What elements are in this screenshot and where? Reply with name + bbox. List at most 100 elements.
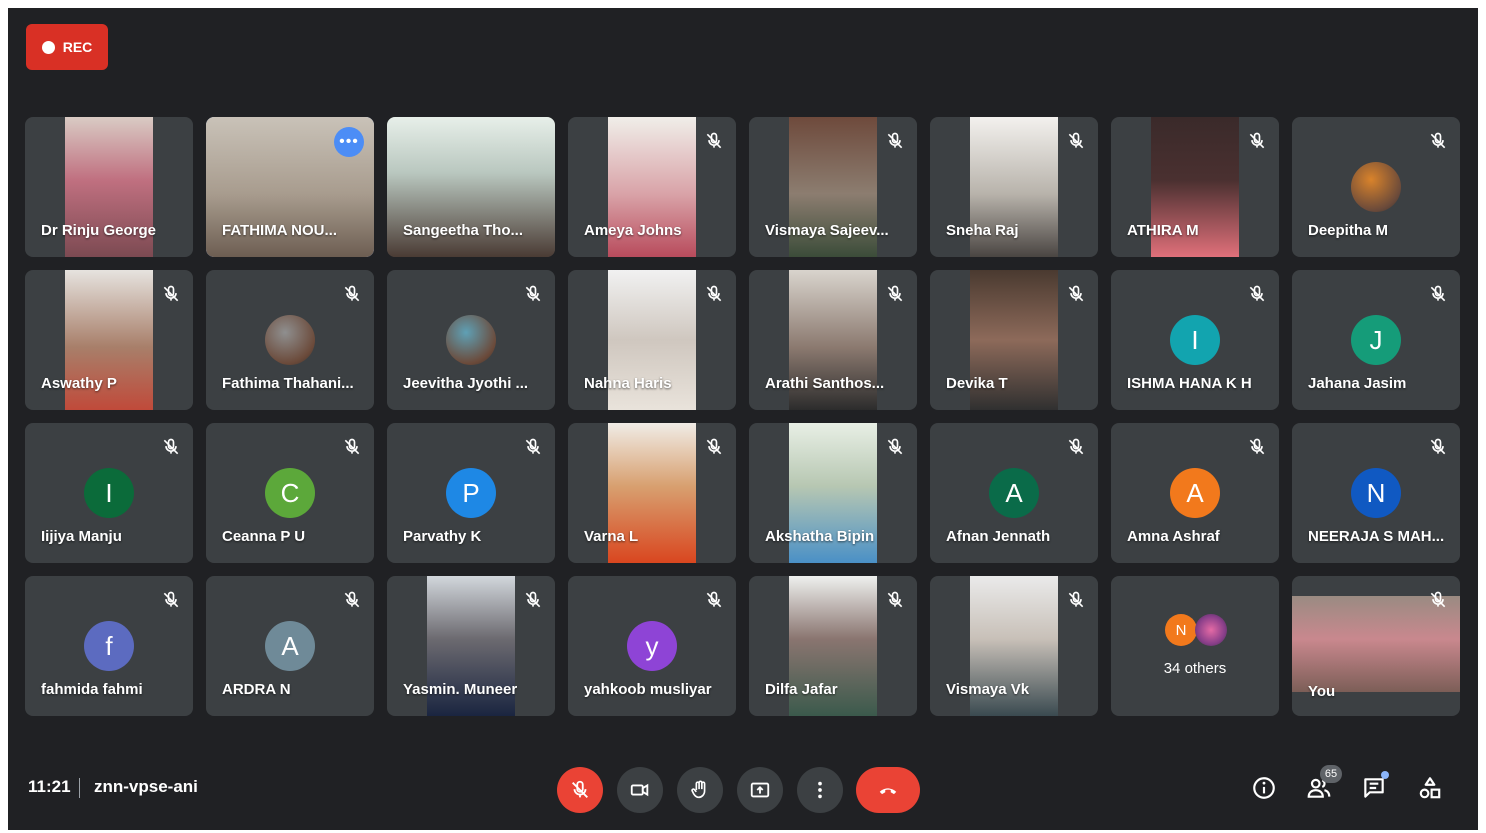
participant-tile[interactable]: Akshatha Bipin (749, 423, 917, 563)
end-call-button[interactable] (856, 767, 920, 813)
participant-tile[interactable]: ••• FATHIMA NOU... (206, 117, 374, 257)
record-dot-icon (41, 40, 55, 54)
mic-muted-icon (885, 437, 905, 457)
mic-muted-icon (342, 284, 362, 304)
raise-hand-button[interactable] (677, 767, 723, 813)
participant-avatar: J (1351, 315, 1401, 365)
participant-tile[interactable]: Vismaya Vk (930, 576, 1098, 716)
participant-avatar (446, 315, 496, 365)
mic-muted-icon (1066, 284, 1086, 304)
participant-avatar (1351, 162, 1401, 212)
participant-tile[interactable]: I Iijiya Manju (25, 423, 193, 563)
participant-name: ATHIRA M (1127, 222, 1199, 239)
mic-muted-icon (1428, 590, 1448, 610)
participant-tile[interactable]: Aswathy P (25, 270, 193, 410)
more-options-button[interactable] (797, 767, 843, 813)
mic-muted-icon (161, 437, 181, 457)
participant-tile[interactable]: Fathima Thahani... (206, 270, 374, 410)
participant-tile[interactable]: N 34 others (1111, 576, 1279, 716)
participant-name: yahkoob musliyar (584, 681, 712, 698)
participant-name: Aswathy P (41, 375, 117, 392)
participant-name: Yasmin. Muneer (403, 681, 518, 698)
mic-muted-icon (342, 437, 362, 457)
mic-muted-icon (161, 590, 181, 610)
participant-name: Sneha Raj (946, 222, 1019, 239)
mic-muted-icon (885, 590, 905, 610)
participant-tile[interactable]: Ameya Johns (568, 117, 736, 257)
participant-tile[interactable]: y yahkoob musliyar (568, 576, 736, 716)
participant-name: Vismaya Vk (946, 681, 1030, 698)
participant-tile[interactable]: ATHIRA M (1111, 117, 1279, 257)
others-count-label: 34 others (1163, 660, 1227, 677)
participant-name: fahmida fahmi (41, 681, 143, 698)
mic-muted-icon (1066, 131, 1086, 151)
present-screen-icon (750, 782, 770, 798)
participant-avatar: C (265, 468, 315, 518)
participant-name: Varna L (584, 528, 639, 545)
participant-tile[interactable]: C Ceanna P U (206, 423, 374, 563)
activities-button[interactable] (1415, 773, 1445, 803)
participant-name: Amna Ashraf (1127, 528, 1220, 545)
mic-muted-icon (885, 131, 905, 151)
camera-icon (630, 783, 649, 797)
participant-name: Arathi Santhos... (765, 375, 885, 392)
participant-name: ISHMA HANA K H (1127, 375, 1252, 392)
recording-label: REC (62, 39, 93, 55)
tile-more-options-icon[interactable]: ••• (334, 127, 364, 157)
mic-muted-icon (704, 437, 724, 457)
participant-name: Jeevitha Jyothi ... (403, 375, 529, 392)
participant-tile[interactable]: Sneha Raj (930, 117, 1098, 257)
participant-avatar: A (1170, 468, 1220, 518)
participant-tile[interactable]: N NEERAJA S MAH... (1292, 423, 1460, 563)
participant-name: Devika T (946, 375, 1008, 392)
participant-tile[interactable]: Vismaya Sajeev... (749, 117, 917, 257)
mic-muted-icon (523, 590, 543, 610)
participant-name: Ameya Johns (584, 222, 682, 239)
participant-tile[interactable]: You (1292, 576, 1460, 716)
participant-tile[interactable]: Varna L (568, 423, 736, 563)
participant-name: You (1308, 683, 1336, 700)
participant-tile[interactable]: Dr Rinju George (25, 117, 193, 257)
meeting-details-button[interactable] (1249, 773, 1279, 803)
mic-muted-icon (704, 590, 724, 610)
participant-tile[interactable]: Yasmin. Muneer (387, 576, 555, 716)
participant-name: Vismaya Sajeev... (765, 222, 889, 239)
mic-muted-icon (1428, 284, 1448, 304)
participant-tile[interactable]: A Afnan Jennath (930, 423, 1098, 563)
more-options-icon (818, 781, 822, 799)
mic-muted-icon (1428, 131, 1448, 151)
present-button[interactable] (737, 767, 783, 813)
participant-tile[interactable]: A Amna Ashraf (1111, 423, 1279, 563)
participant-avatar (265, 315, 315, 365)
meeting-time: 11:21 (28, 777, 71, 796)
bottom-bar: 11:21 znn-vpse-ani 65 (8, 753, 1478, 823)
participant-tile[interactable]: Arathi Santhos... (749, 270, 917, 410)
participant-name: Jahana Jasim (1308, 375, 1407, 392)
meet-window: REC Dr Rinju George ••• FATHIMA NOU... Sang… (8, 8, 1478, 830)
participant-tile[interactable]: P Parvathy K (387, 423, 555, 563)
participant-tile[interactable]: Dilfa Jafar (749, 576, 917, 716)
mic-muted-icon (1247, 437, 1267, 457)
mic-muted-icon (885, 284, 905, 304)
mic-muted-icon (1428, 437, 1448, 457)
participant-tile[interactable]: Sangeetha Tho... (387, 117, 555, 257)
participant-name: Fathima Thahani... (222, 375, 354, 392)
participant-tile[interactable]: J Jahana Jasim (1292, 270, 1460, 410)
participant-name: NEERAJA S MAH... (1308, 528, 1445, 545)
participant-tile[interactable]: A ARDRA N (206, 576, 374, 716)
participant-name: Iijiya Manju (41, 528, 122, 545)
participant-tile[interactable]: Jeevitha Jyothi ... (387, 270, 555, 410)
chat-notification-dot (1381, 771, 1389, 779)
mic-muted-icon (1247, 131, 1267, 151)
recording-badge: REC (26, 24, 108, 70)
participant-tile[interactable]: f fahmida fahmi (25, 576, 193, 716)
participant-tile[interactable]: Deepitha M (1292, 117, 1460, 257)
microphone-button[interactable] (557, 767, 603, 813)
camera-button[interactable] (617, 767, 663, 813)
activities-icon (1419, 777, 1441, 799)
participant-tile[interactable]: Nahna Haris (568, 270, 736, 410)
participant-name: Akshatha Bipin (765, 528, 875, 545)
participant-tile[interactable]: I ISHMA HANA K H (1111, 270, 1279, 410)
meeting-code[interactable]: znn-vpse-ani (94, 777, 198, 797)
participant-tile[interactable]: Devika T (930, 270, 1098, 410)
